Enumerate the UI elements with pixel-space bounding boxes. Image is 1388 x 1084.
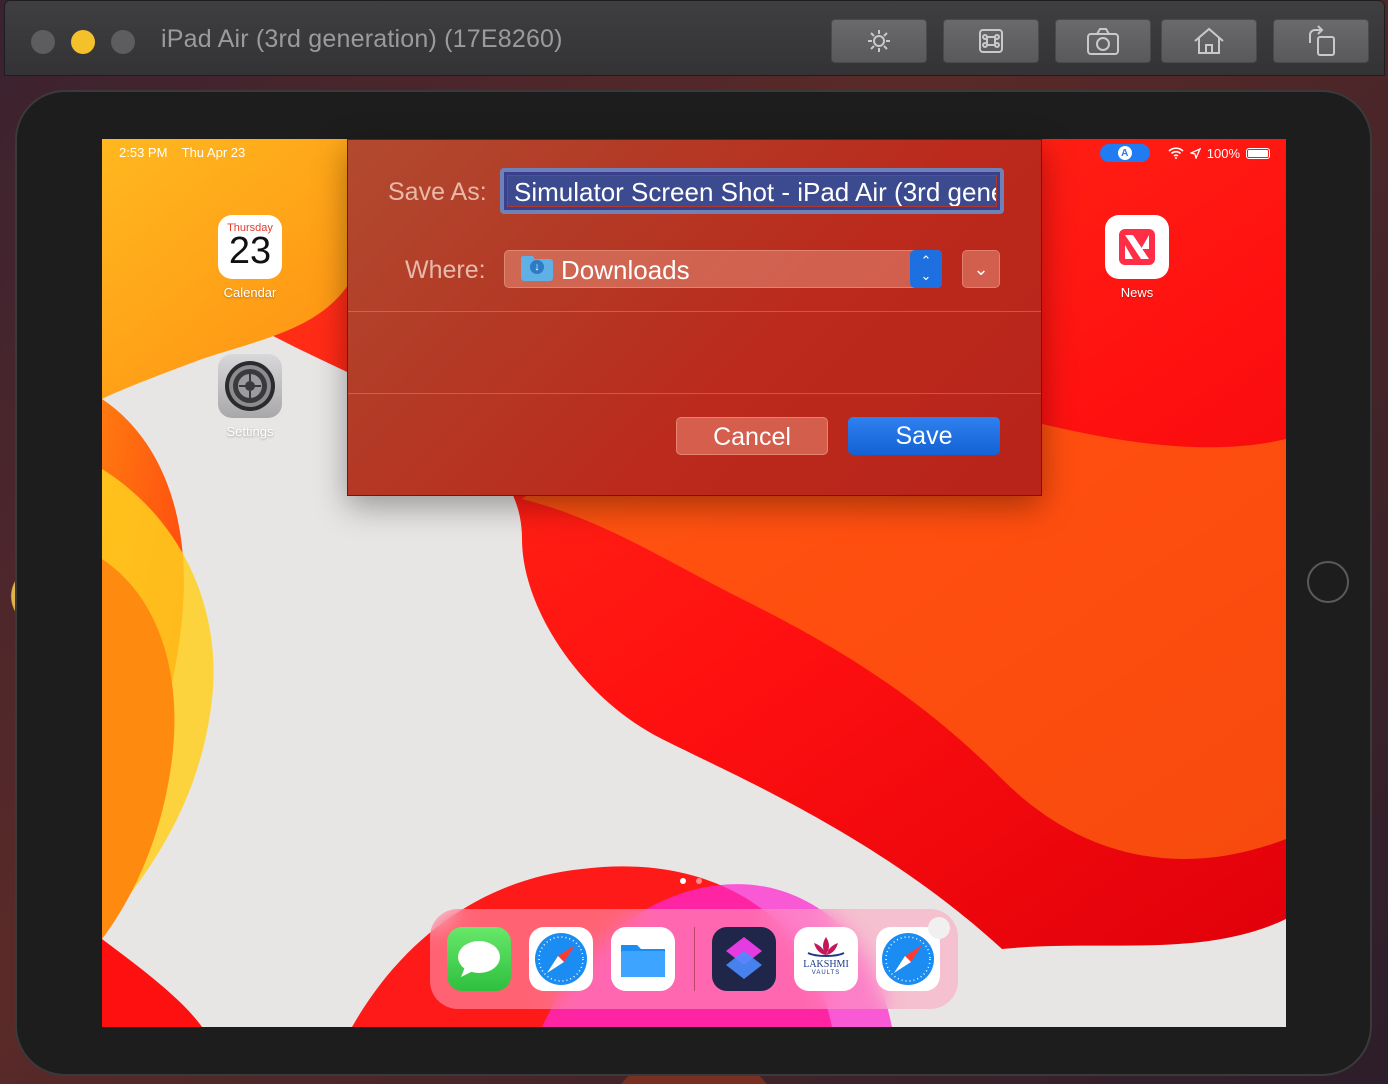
location-badge: A — [1117, 146, 1132, 160]
status-date: Thu Apr 23 — [181, 145, 246, 160]
calendar-app[interactable]: Thursday 23 Calendar — [210, 215, 290, 300]
camera-icon — [1087, 28, 1119, 55]
wifi-icon — [1168, 147, 1184, 159]
dock-safari-recent-app[interactable] — [876, 927, 940, 991]
page-dot-active — [680, 878, 686, 884]
message-bubble-icon — [458, 941, 500, 977]
rotate-button[interactable] — [1273, 19, 1369, 63]
dock-files-app[interactable] — [611, 927, 675, 991]
dock-messages-app[interactable] — [447, 927, 511, 991]
save-as-label: Save As: — [388, 178, 487, 206]
battery-icon — [1246, 147, 1270, 159]
dock-badge — [928, 917, 950, 939]
dock-shortcuts-app[interactable] — [712, 927, 776, 991]
save-button[interactable]: Save — [848, 417, 1000, 455]
chevron-down-icon: ⌄ — [973, 259, 989, 279]
battery-percent: 100% — [1206, 145, 1240, 161]
where-value: Downloads — [561, 255, 690, 285]
command-icon — [979, 29, 1003, 53]
news-icon — [1105, 215, 1169, 279]
settings-label: Settings — [226, 424, 274, 439]
home-icon — [1194, 27, 1224, 54]
save-as-input[interactable]: Simulator Screen Shot - iPad Air (3rd ge… — [507, 175, 997, 207]
dialog-divider — [348, 393, 1041, 394]
save-dialog: Save As: Simulator Screen Shot - iPad Ai… — [347, 139, 1042, 496]
window-title: iPad Air (3rd generation) (17E8260) — [161, 25, 563, 53]
page-indicator[interactable] — [680, 878, 702, 884]
calendar-label: Calendar — [223, 285, 277, 300]
downloads-folder-icon — [521, 256, 553, 281]
screenshot-button[interactable] — [1055, 19, 1151, 63]
rotate-icon — [1309, 25, 1335, 56]
brightness-button[interactable] — [831, 19, 927, 63]
chevron-updown-icon[interactable]: ⌃ ⌄ — [910, 250, 942, 288]
close-window-button[interactable] — [31, 30, 55, 54]
news-label: News — [1120, 285, 1154, 300]
shortcuts-icon — [726, 937, 762, 979]
expand-dialog-button[interactable]: ⌄ — [962, 250, 1000, 288]
gear-icon — [218, 354, 282, 418]
home-button[interactable] — [1161, 19, 1257, 63]
compass-icon — [535, 933, 587, 985]
brightness-icon — [868, 30, 890, 52]
device-home-button[interactable] — [1307, 561, 1349, 603]
dock-separator — [694, 927, 695, 991]
where-select[interactable]: Downloads ⌃⌄ — [504, 250, 942, 288]
page-dot — [696, 878, 702, 884]
calendar-icon: Thursday 23 — [218, 215, 282, 279]
lakshmi-subtext: VAULTS — [811, 970, 841, 976]
calendar-date: 23 — [228, 230, 272, 272]
dock: LAKSHMI VAULTS — [430, 909, 958, 1009]
save-as-field[interactable]: Simulator Screen Shot - iPad Air (3rd ge… — [500, 168, 1004, 214]
folder-icon — [621, 945, 665, 977]
location-arrow-icon — [1189, 147, 1201, 159]
dock-safari-app[interactable] — [529, 927, 593, 991]
minimize-window-button[interactable] — [71, 30, 95, 54]
zoom-window-button[interactable] — [111, 30, 135, 54]
compass-icon — [882, 933, 934, 985]
lakshmi-wordmark: LAKSHMI — [803, 959, 849, 970]
simulator-titlebar: iPad Air (3rd generation) (17E8260) — [4, 0, 1385, 76]
cancel-button[interactable]: Cancel — [676, 417, 828, 455]
dock-lakshmi-app[interactable]: LAKSHMI VAULTS — [794, 927, 858, 991]
settings-app[interactable]: Settings — [210, 354, 290, 439]
location-pill: A — [1099, 144, 1150, 162]
where-label: Where: — [405, 256, 486, 284]
status-time: 2:53 PM — [119, 145, 168, 160]
command-button[interactable] — [943, 19, 1039, 63]
news-app[interactable]: News — [1097, 215, 1177, 300]
dialog-divider — [348, 311, 1041, 312]
